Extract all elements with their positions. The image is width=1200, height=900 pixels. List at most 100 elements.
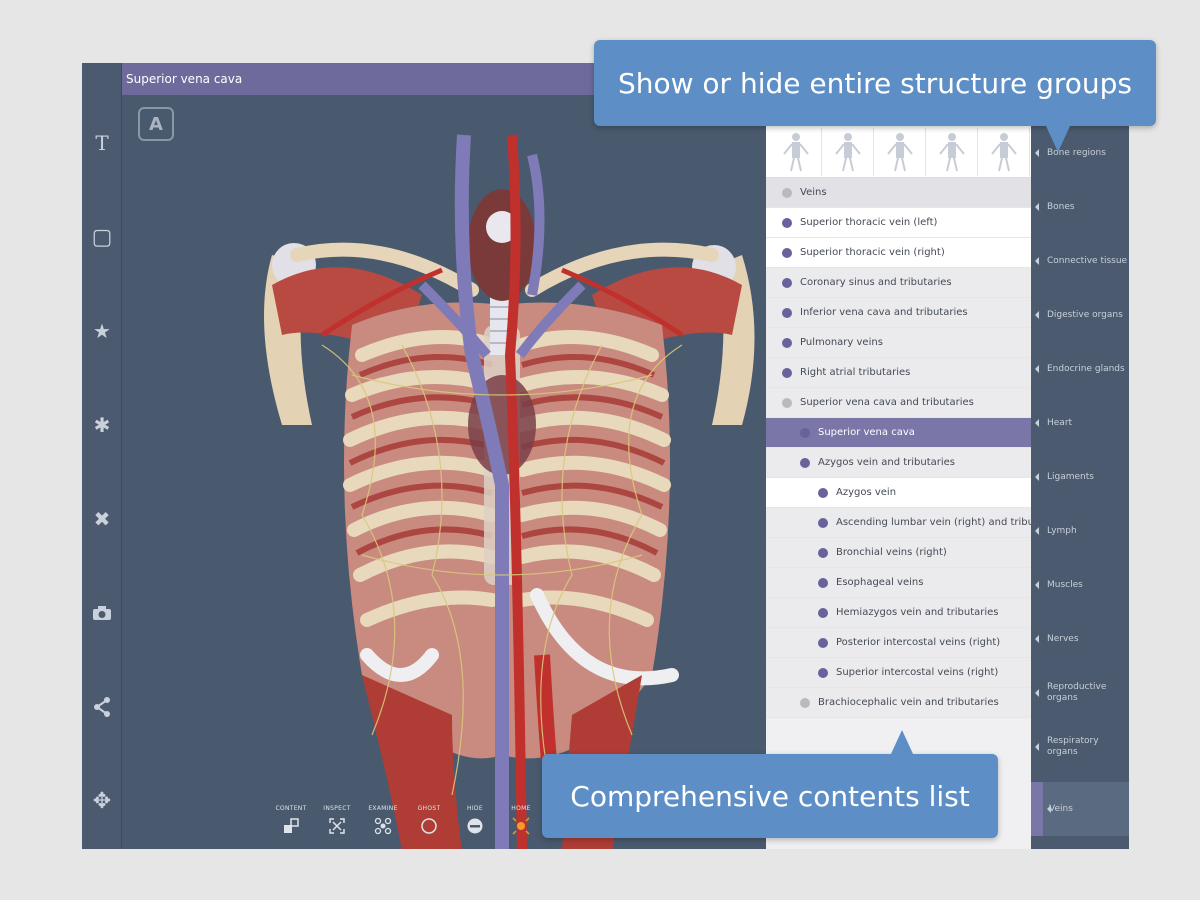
ghost-icon <box>421 818 437 834</box>
contents-item-label: Superior thoracic vein (left) <box>800 217 938 228</box>
thorax-3d-model[interactable] <box>202 95 762 849</box>
inspect-tool-button[interactable]: INSPECT <box>314 801 360 849</box>
chevron-left-icon <box>1035 527 1039 535</box>
contents-item[interactable]: Superior vena cava and tributaries <box>766 388 1031 418</box>
contents-item[interactable]: Superior intercostal veins (right) <box>766 658 1031 688</box>
visibility-dot[interactable] <box>818 668 828 678</box>
visibility-dot[interactable] <box>818 548 828 558</box>
contents-item[interactable]: Azygos vein and tributaries <box>766 448 1031 478</box>
settings-button[interactable]: ✱ <box>82 405 122 445</box>
box-select-button[interactable]: ▢ <box>82 217 122 257</box>
gear-icon: ✱ <box>93 413 111 437</box>
structure-group-heart[interactable]: Heart <box>1031 396 1129 450</box>
structure-group-reproductive-organs[interactable]: Reproductive organs <box>1031 666 1129 720</box>
content-icon <box>284 818 299 833</box>
contents-item-label: Azygos vein and tributaries <box>818 457 956 468</box>
chevron-left-icon <box>1035 203 1039 211</box>
content-tool-button[interactable]: CONTENT <box>268 801 314 849</box>
preset-thumbnail[interactable] <box>874 128 926 176</box>
examine-tool-button[interactable]: EXAMINE <box>360 801 406 849</box>
text-tool-button[interactable]: T <box>82 123 122 163</box>
callout-pointer <box>1046 126 1070 152</box>
contents-item[interactable]: Hemiazygos vein and tributaries <box>766 598 1031 628</box>
contents-item-selected[interactable]: Superior vena cava <box>766 418 1031 448</box>
contents-item[interactable]: Superior thoracic vein (left) <box>766 208 1031 238</box>
visibility-dot[interactable] <box>782 308 792 318</box>
visibility-dot[interactable] <box>818 608 828 618</box>
structure-group-bones[interactable]: Bones <box>1031 180 1129 234</box>
structure-group-respiratory-organs[interactable]: Respiratory organs <box>1031 720 1129 774</box>
callout-structure-groups-text: Show or hide entire structure groups <box>617 66 1133 100</box>
examine-tool-label: EXAMINE <box>368 805 398 812</box>
structure-group-ligaments[interactable]: Ligaments <box>1031 450 1129 504</box>
structure-group-label: Nerves <box>1047 633 1079 644</box>
visibility-dot[interactable] <box>818 638 828 648</box>
contents-item[interactable]: Ascending lumbar vein (right) and tribut… <box>766 508 1031 538</box>
structure-group-lymph[interactable]: Lymph <box>1031 504 1129 558</box>
structure-group-nerves[interactable]: Nerves <box>1031 612 1129 666</box>
visibility-dot[interactable] <box>800 458 810 468</box>
structure-group-label: Respiratory organs <box>1047 736 1099 757</box>
contents-item-label: Coronary sinus and tributaries <box>800 277 952 288</box>
home-tool-button[interactable]: HOME <box>498 801 544 849</box>
structure-group-veins[interactable]: Veins <box>1031 782 1129 836</box>
visibility-dot[interactable] <box>782 218 792 228</box>
contents-item[interactable]: Posterior intercostal veins (right) <box>766 628 1031 658</box>
share-button[interactable] <box>82 687 122 727</box>
preset-thumbnail[interactable] <box>926 128 978 176</box>
share-icon <box>94 697 110 717</box>
contents-item-label: Bronchial veins (right) <box>836 547 947 558</box>
preset-thumbnails <box>766 126 1031 178</box>
preset-thumbnail[interactable] <box>770 128 822 176</box>
camera-button[interactable] <box>82 593 122 633</box>
contents-item[interactable]: Inferior vena cava and tributaries <box>766 298 1031 328</box>
ghost-tool-button[interactable]: GHOST <box>406 801 452 849</box>
structure-group-label: Digestive organs <box>1047 309 1123 320</box>
structure-group-connective-tissue[interactable]: Connective tissue <box>1031 234 1129 288</box>
home-icon <box>512 817 530 835</box>
view-cube[interactable]: A <box>138 107 174 141</box>
contents-item[interactable]: Bronchial veins (right) <box>766 538 1031 568</box>
structure-group-muscles[interactable]: Muscles <box>1031 558 1129 612</box>
structure-group-endocrine-glands[interactable]: Endocrine glands <box>1031 342 1129 396</box>
chevron-left-icon <box>1035 689 1039 697</box>
contents-item[interactable]: Coronary sinus and tributaries <box>766 268 1031 298</box>
visibility-dot[interactable] <box>782 398 792 408</box>
visibility-dot[interactable] <box>800 428 810 438</box>
contents-item[interactable]: Azygos vein <box>766 478 1031 508</box>
favorites-button[interactable]: ★ <box>82 311 122 351</box>
structure-group-digestive-organs[interactable]: Digestive organs <box>1031 288 1129 342</box>
visibility-dot[interactable] <box>782 368 792 378</box>
visibility-dot[interactable] <box>800 698 810 708</box>
visibility-dot[interactable] <box>818 518 828 528</box>
contents-item[interactable]: Brachiocephalic vein and tributaries <box>766 688 1031 718</box>
structure-group-label: Veins <box>1049 803 1073 814</box>
preset-thumbnail[interactable] <box>978 128 1030 176</box>
group-header-label: Veins <box>800 187 827 198</box>
contents-item[interactable]: Pulmonary veins <box>766 328 1031 358</box>
structure-group-label: Connective tissue <box>1047 255 1128 266</box>
dissect-button[interactable]: ✖ <box>82 499 122 539</box>
group-header-row[interactable]: Veins <box>766 178 1031 208</box>
visibility-dot[interactable] <box>782 248 792 258</box>
visibility-dot[interactable] <box>782 338 792 348</box>
3d-viewer[interactable]: Superior vena cava A CONTENT INSPECT EXA… <box>122 63 766 849</box>
visibility-dot[interactable] <box>818 488 828 498</box>
contents-item[interactable]: Esophageal veins <box>766 568 1031 598</box>
hide-tool-button[interactable]: HIDE <box>452 801 498 849</box>
chevron-left-icon <box>1035 581 1039 589</box>
contents-item[interactable]: Superior thoracic vein (right) <box>766 238 1031 268</box>
star-icon: ★ <box>93 319 111 343</box>
contents-item[interactable]: Right atrial tributaries <box>766 358 1031 388</box>
visibility-dot[interactable] <box>782 188 792 198</box>
structure-group-label: Endocrine glands <box>1047 363 1125 374</box>
examine-icon <box>374 817 392 835</box>
skeleton-preset-icon <box>886 133 913 172</box>
contents-item-label: Right atrial tributaries <box>800 367 911 378</box>
skeleton-preset-icon <box>782 133 809 172</box>
preset-thumbnail[interactable] <box>822 128 874 176</box>
skeleton-preset-icon <box>938 133 965 172</box>
move-button[interactable]: ✥ <box>82 781 122 821</box>
visibility-dot[interactable] <box>782 278 792 288</box>
visibility-dot[interactable] <box>818 578 828 588</box>
